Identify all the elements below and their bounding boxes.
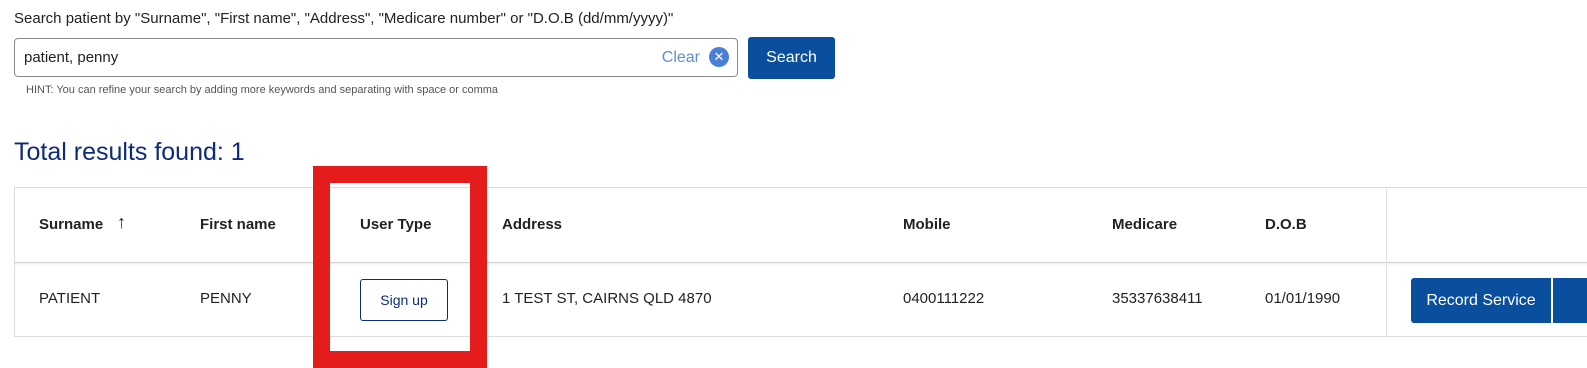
cell-dob: 01/01/1990 bbox=[1265, 290, 1341, 307]
column-header-address: Address bbox=[502, 216, 563, 233]
record-service-button[interactable]: Record Service bbox=[1411, 278, 1551, 323]
close-circle-icon[interactable]: ✕ bbox=[709, 47, 729, 67]
sort-ascending-icon[interactable]: ↑ bbox=[117, 212, 126, 233]
table-row: PATIENT PENNY Sign up 1 TEST ST, CAIRNS … bbox=[15, 262, 1587, 336]
cell-address: 1 TEST ST, CAIRNS QLD 4870 bbox=[502, 290, 712, 307]
column-header-dob: D.O.B bbox=[1265, 216, 1307, 233]
search-hint: HINT: You can refine your search by addi… bbox=[26, 84, 499, 96]
record-service-menu-button[interactable] bbox=[1553, 278, 1587, 323]
cell-mobile: 0400111222 bbox=[903, 290, 985, 307]
column-header-first-name: First name bbox=[200, 216, 276, 233]
column-header-medicare: Medicare bbox=[1112, 216, 1178, 233]
column-header-user-type: User Type bbox=[360, 216, 432, 233]
results-table: Surname ↑ First name User Type Address M… bbox=[14, 187, 1587, 337]
search-box: Clear ✕ bbox=[14, 38, 738, 77]
cell-surname: PATIENT bbox=[39, 290, 101, 307]
column-header-mobile: Mobile bbox=[903, 216, 951, 233]
cell-first-name: PENNY bbox=[200, 290, 252, 307]
search-input[interactable] bbox=[24, 39, 644, 76]
actions-column-divider bbox=[1386, 188, 1387, 336]
search-button[interactable]: Search bbox=[748, 37, 835, 79]
cell-medicare: 35337638411 bbox=[1112, 290, 1203, 307]
column-header-surname[interactable]: Surname bbox=[39, 216, 103, 233]
clear-link[interactable]: Clear bbox=[662, 49, 700, 67]
search-label: Search patient by "Surname", "First name… bbox=[14, 10, 674, 27]
results-count-title: Total results found: 1 bbox=[14, 138, 245, 166]
table-header: Surname ↑ First name User Type Address M… bbox=[15, 188, 1587, 263]
sign-up-button[interactable]: Sign up bbox=[360, 279, 448, 321]
